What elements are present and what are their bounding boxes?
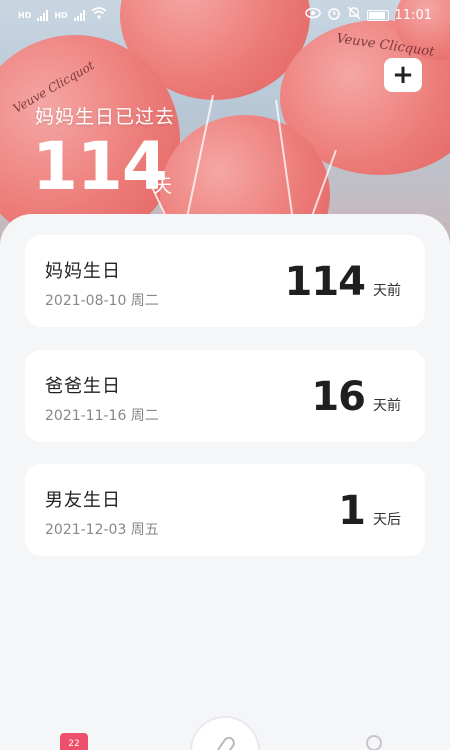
face-icon[interactable] <box>366 735 382 750</box>
signal-icon <box>73 9 85 21</box>
status-left-icons: HD HD <box>18 7 107 23</box>
status-time: 11:01 <box>394 7 432 23</box>
event-title: 妈妈生日 <box>45 261 121 282</box>
battery-icon <box>366 9 389 21</box>
hero-day-unit: 天 <box>153 175 173 197</box>
event-countdown: 114 天前 <box>285 259 402 305</box>
hero-day-count: 114 <box>32 128 168 205</box>
event-days: 114 <box>284 259 366 305</box>
event-title: 爸爸生日 <box>45 376 121 397</box>
event-date: 2021-11-16 周二 <box>45 408 159 424</box>
signal-icon <box>37 9 49 21</box>
hd-icon: HD <box>54 10 68 20</box>
calendar-icon[interactable]: 22 <box>60 733 88 750</box>
event-list-sheet: 妈妈生日 2021-08-10 周二 114 天前 爸爸生日 2021-11-1… <box>0 214 450 750</box>
alarm-icon <box>327 6 341 24</box>
event-days: 1 <box>338 488 366 534</box>
add-event-button[interactable]: + <box>384 58 422 92</box>
wifi-icon <box>91 7 107 23</box>
event-title: 男友生日 <box>45 490 121 511</box>
event-date: 2021-08-10 周二 <box>45 293 159 309</box>
event-countdown: 1 天后 <box>338 488 401 534</box>
plus-icon: + <box>392 60 414 90</box>
event-relative: 天后 <box>373 512 401 528</box>
event-relative: 天前 <box>373 283 401 299</box>
event-countdown: 16 天前 <box>311 374 401 420</box>
hd-icon: HD <box>18 10 32 20</box>
event-date: 2021-12-03 周五 <box>45 522 159 538</box>
event-card[interactable]: 爸爸生日 2021-11-16 周二 16 天前 <box>25 350 425 442</box>
event-card[interactable]: 妈妈生日 2021-08-10 周二 114 天前 <box>25 235 425 327</box>
hero-title: 妈妈生日已过去 <box>35 106 176 128</box>
paperclip-icon <box>214 734 238 750</box>
event-days: 16 <box>311 374 366 420</box>
calendar-day: 22 <box>68 739 80 749</box>
status-right-icons: 11:01 <box>304 6 432 24</box>
event-card[interactable]: 男友生日 2021-12-03 周五 1 天后 <box>25 464 425 556</box>
eye-icon <box>304 7 321 23</box>
status-bar: HD HD 11:01 <box>0 0 450 30</box>
mute-icon <box>347 6 361 24</box>
event-relative: 天前 <box>373 398 401 414</box>
